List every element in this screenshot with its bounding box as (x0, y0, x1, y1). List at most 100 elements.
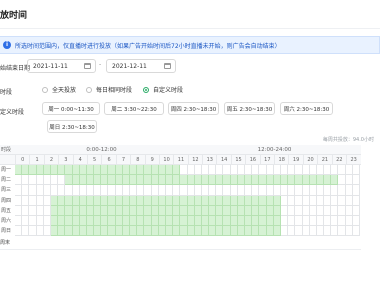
time-cell-selected[interactable] (58, 195, 66, 206)
time-cell-selected[interactable] (86, 215, 95, 227)
time-cell[interactable] (280, 215, 289, 227)
time-cell[interactable] (288, 195, 296, 206)
time-cell-selected[interactable] (86, 226, 95, 237)
time-cell[interactable] (15, 175, 23, 186)
time-cell-selected[interactable] (194, 205, 202, 216)
time-cell[interactable] (280, 165, 289, 176)
time-cell[interactable] (345, 165, 353, 176)
time-cell[interactable] (280, 195, 289, 206)
time-cell[interactable] (338, 195, 346, 206)
period-chip[interactable]: 周四 2:30~18:30 (168, 102, 219, 115)
time-cell[interactable] (302, 195, 310, 206)
time-cell-selected[interactable] (137, 195, 145, 206)
time-cell[interactable] (22, 195, 30, 206)
time-cell-selected[interactable] (101, 195, 109, 206)
time-cell-selected[interactable] (36, 165, 44, 176)
time-cell-selected[interactable] (216, 226, 224, 237)
time-cell-selected[interactable] (245, 175, 253, 186)
time-cell-selected[interactable] (324, 175, 332, 186)
time-cell[interactable] (15, 205, 23, 216)
time-cell[interactable] (302, 205, 310, 216)
time-cell-selected[interactable] (115, 226, 123, 237)
time-cell-selected[interactable] (273, 215, 281, 227)
time-cell[interactable] (15, 195, 23, 206)
time-cell-selected[interactable] (43, 165, 51, 176)
time-cell-selected[interactable] (79, 175, 87, 186)
time-cell-selected[interactable] (187, 175, 195, 186)
radio-same-daily[interactable]: 每日相同时段 (86, 85, 132, 94)
time-cell[interactable] (331, 205, 339, 216)
time-cell-selected[interactable] (50, 205, 59, 216)
time-cell[interactable] (15, 185, 23, 196)
period-chip[interactable]: 周五 2:30~18:30 (224, 102, 275, 115)
time-cell[interactable] (43, 226, 51, 237)
time-cell-selected[interactable] (130, 175, 138, 186)
time-cell-selected[interactable] (216, 195, 224, 206)
time-cell-selected[interactable] (151, 175, 159, 186)
time-cell-selected[interactable] (194, 175, 202, 186)
time-cell[interactable] (50, 175, 59, 186)
time-cell-selected[interactable] (165, 205, 174, 216)
time-cell-selected[interactable] (94, 226, 102, 237)
time-cell-selected[interactable] (173, 165, 181, 176)
time-cell[interactable] (302, 226, 310, 237)
time-cell-selected[interactable] (259, 195, 267, 206)
time-cell-selected[interactable] (273, 175, 281, 186)
time-cell-selected[interactable] (65, 195, 73, 206)
time-cell[interactable] (130, 185, 138, 196)
time-cell[interactable] (43, 215, 51, 227)
time-cell-selected[interactable] (209, 226, 217, 237)
time-cell-selected[interactable] (194, 215, 202, 227)
time-cell[interactable] (280, 205, 289, 216)
time-cell-selected[interactable] (122, 195, 130, 206)
time-cell-selected[interactable] (58, 226, 66, 237)
time-cell-selected[interactable] (151, 165, 159, 176)
time-cell[interactable] (86, 185, 95, 196)
time-cell-selected[interactable] (58, 215, 66, 227)
time-cell-selected[interactable] (115, 205, 123, 216)
time-cell-selected[interactable] (252, 205, 260, 216)
time-cell[interactable] (309, 215, 317, 227)
time-cell[interactable] (58, 185, 66, 196)
time-cell-selected[interactable] (122, 226, 130, 237)
time-cell-selected[interactable] (101, 175, 109, 186)
time-cell[interactable] (288, 185, 296, 196)
time-cell-selected[interactable] (151, 205, 159, 216)
time-cell[interactable] (101, 185, 109, 196)
time-cell[interactable] (331, 215, 339, 227)
time-cell[interactable] (345, 195, 353, 206)
time-cell[interactable] (43, 185, 51, 196)
time-cell[interactable] (22, 185, 30, 196)
time-cell-selected[interactable] (165, 195, 174, 206)
time-cell[interactable] (338, 175, 346, 186)
time-cell[interactable] (302, 185, 310, 196)
time-cell[interactable] (194, 165, 202, 176)
time-cell-selected[interactable] (201, 226, 210, 237)
time-cell-selected[interactable] (115, 175, 123, 186)
time-cell[interactable] (36, 175, 44, 186)
time-cell[interactable] (316, 195, 325, 206)
time-cell-selected[interactable] (216, 205, 224, 216)
time-cell-selected[interactable] (65, 226, 73, 237)
time-cell-selected[interactable] (86, 205, 95, 216)
time-cell-selected[interactable] (173, 205, 181, 216)
time-cell[interactable] (216, 165, 224, 176)
time-cell[interactable] (29, 185, 37, 196)
time-cell-selected[interactable] (108, 215, 116, 227)
time-cell-selected[interactable] (201, 205, 210, 216)
time-cell[interactable] (29, 175, 37, 186)
time-cell-selected[interactable] (79, 165, 87, 176)
time-cell[interactable] (280, 226, 289, 237)
time-cell-selected[interactable] (187, 226, 195, 237)
time-cell-selected[interactable] (108, 175, 116, 186)
time-cell-selected[interactable] (158, 226, 166, 237)
time-cell[interactable] (194, 185, 202, 196)
time-cell[interactable] (144, 185, 152, 196)
time-cell[interactable] (151, 185, 159, 196)
time-cell[interactable] (22, 205, 30, 216)
time-cell[interactable] (216, 185, 224, 196)
time-cell[interactable] (201, 165, 210, 176)
time-cell-selected[interactable] (15, 165, 23, 176)
time-cell-selected[interactable] (86, 175, 95, 186)
time-cell-selected[interactable] (137, 215, 145, 227)
